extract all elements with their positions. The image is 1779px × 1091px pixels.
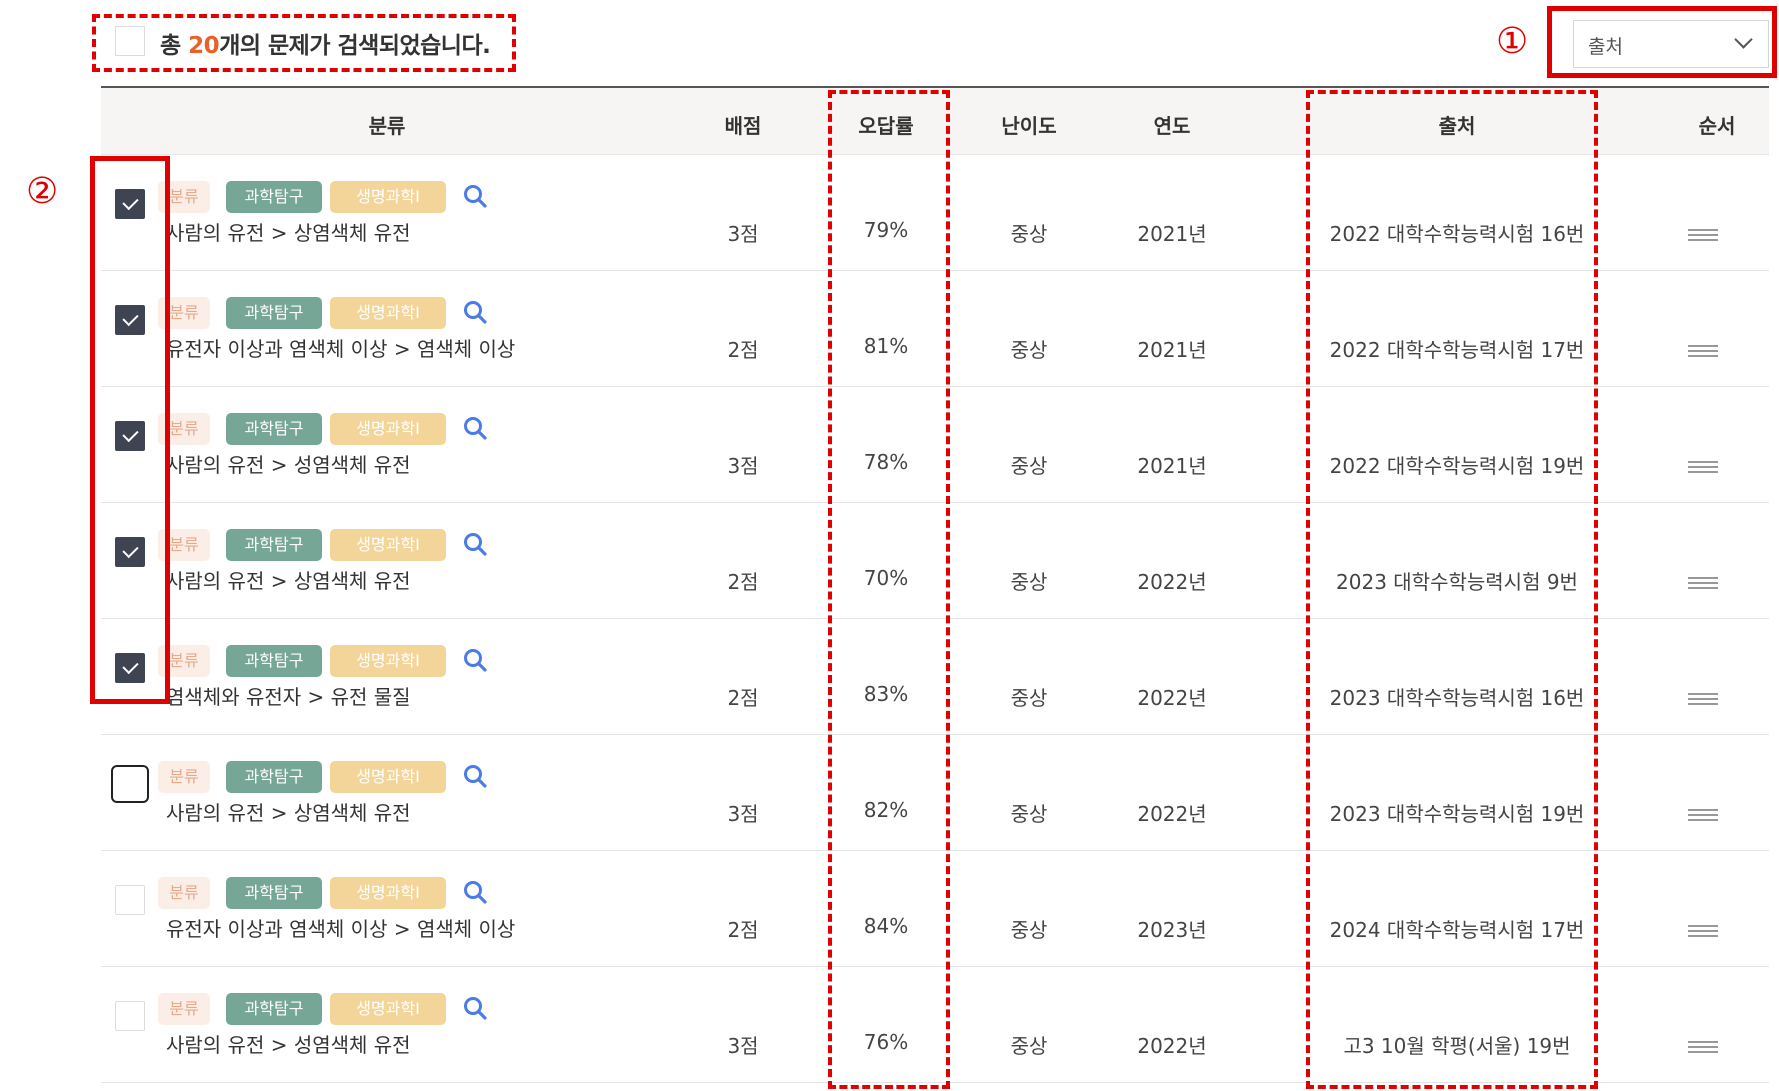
header-points[interactable]: 배점 [725, 110, 762, 139]
select-all-checkbox[interactable] [115, 26, 145, 56]
tag-subject: 과학탐구 [226, 413, 322, 445]
row-difficulty: 중상 [1010, 802, 1048, 826]
tag-subject: 과학탐구 [226, 761, 322, 793]
row-year: 2021년 [1137, 338, 1207, 362]
result-prefix: 총 [160, 33, 189, 59]
row-category: 유전자 이상과 염색체 이상 > 염색체 이상 [166, 337, 516, 361]
result-count-text: 총 20개의 문제가 검색되었습니다. [160, 26, 491, 60]
search-icon[interactable] [462, 299, 488, 325]
drag-handle-icon[interactable] [1688, 229, 1718, 241]
checkbox-column-highlight [90, 156, 170, 704]
row-category: 사람의 유전 > 성염색체 유전 [166, 1033, 411, 1057]
row-difficulty: 중상 [1010, 454, 1048, 478]
row-year: 2022년 [1137, 1034, 1207, 1058]
row-year: 2022년 [1137, 802, 1207, 826]
row-category: 사람의 유전 > 성염색체 유전 [166, 453, 411, 477]
tag-course: 생명과학Ⅰ [330, 645, 446, 677]
drag-handle-icon[interactable] [1688, 693, 1718, 705]
annotation-marker-2: ② [26, 171, 59, 212]
row-points: 2점 [727, 686, 759, 710]
tag-subject: 과학탐구 [226, 645, 322, 677]
tag-course: 생명과학Ⅰ [330, 877, 446, 909]
chevron-down-icon [1734, 30, 1753, 49]
tag-course: 생명과학Ⅰ [330, 297, 446, 329]
sort-dropdown[interactable]: 출처 [1573, 20, 1769, 68]
row-category: 사람의 유전 > 상염색체 유전 [166, 569, 411, 593]
header-category[interactable]: 분류 [369, 110, 406, 139]
tag-category: 분류 [158, 993, 210, 1025]
search-icon[interactable] [462, 763, 488, 789]
row-year: 2021년 [1137, 454, 1207, 478]
search-icon[interactable] [462, 647, 488, 673]
header-year[interactable]: 연도 [1154, 110, 1191, 139]
tag-subject: 과학탐구 [226, 993, 322, 1025]
row-points: 2점 [727, 918, 759, 942]
search-icon[interactable] [462, 995, 488, 1021]
row-difficulty: 중상 [1010, 686, 1048, 710]
row-year: 2021년 [1137, 222, 1207, 246]
row-points: 3점 [727, 802, 759, 826]
row-points: 3점 [727, 222, 759, 246]
tag-course: 생명과학Ⅰ [330, 413, 446, 445]
annotation-marker-1: ① [1496, 21, 1529, 62]
drag-handle-icon[interactable] [1688, 1041, 1718, 1053]
result-suffix: 개의 문제가 검색되었습니다. [219, 33, 491, 59]
row-category: 유전자 이상과 염색체 이상 > 염색체 이상 [166, 917, 516, 941]
tag-category: 분류 [158, 877, 210, 909]
row-difficulty: 중상 [1010, 570, 1048, 594]
drag-handle-icon[interactable] [1688, 577, 1718, 589]
source-column-highlight [1306, 90, 1598, 1089]
row-difficulty: 중상 [1010, 222, 1048, 246]
header-order: 순서 [1698, 114, 1736, 138]
row-points: 2점 [727, 570, 759, 594]
row-points: 3점 [727, 1034, 759, 1058]
row-category: 염색체와 유전자 > 유전 물질 [166, 685, 411, 709]
tag-subject: 과학탐구 [226, 181, 322, 213]
search-icon[interactable] [462, 879, 488, 905]
row-difficulty: 중상 [1010, 1034, 1048, 1058]
row-points: 3점 [727, 454, 759, 478]
row-year: 2022년 [1137, 686, 1207, 710]
tag-category: 분류 [158, 761, 210, 793]
tag-course: 생명과학Ⅰ [330, 181, 446, 213]
row-checkbox[interactable] [115, 1001, 145, 1031]
search-icon[interactable] [462, 183, 488, 209]
error-rate-column-highlight [828, 90, 950, 1089]
drag-handle-icon[interactable] [1688, 925, 1718, 937]
tag-subject: 과학탐구 [226, 529, 322, 561]
row-year: 2022년 [1137, 570, 1207, 594]
search-icon[interactable] [462, 531, 488, 557]
search-icon[interactable] [462, 415, 488, 441]
row-checkbox[interactable] [115, 885, 145, 915]
row-year: 2023년 [1137, 918, 1207, 942]
tag-course: 생명과학Ⅰ [330, 761, 446, 793]
row-difficulty: 중상 [1010, 918, 1048, 942]
tag-subject: 과학탐구 [226, 297, 322, 329]
row-difficulty: 중상 [1010, 338, 1048, 362]
tag-course: 생명과학Ⅰ [330, 993, 446, 1025]
row-points: 2점 [727, 338, 759, 362]
tag-course: 생명과학Ⅰ [330, 529, 446, 561]
row-checkbox[interactable] [111, 765, 149, 803]
drag-handle-icon[interactable] [1688, 461, 1718, 473]
header-difficulty[interactable]: 난이도 [1001, 110, 1056, 139]
row-category: 사람의 유전 > 상염색체 유전 [166, 221, 411, 245]
sort-dropdown-value: 출처 [1588, 36, 1623, 58]
result-count: 20 [188, 33, 220, 59]
tag-subject: 과학탐구 [226, 877, 322, 909]
drag-handle-icon[interactable] [1688, 345, 1718, 357]
row-category: 사람의 유전 > 상염색체 유전 [166, 801, 411, 825]
drag-handle-icon[interactable] [1688, 809, 1718, 821]
